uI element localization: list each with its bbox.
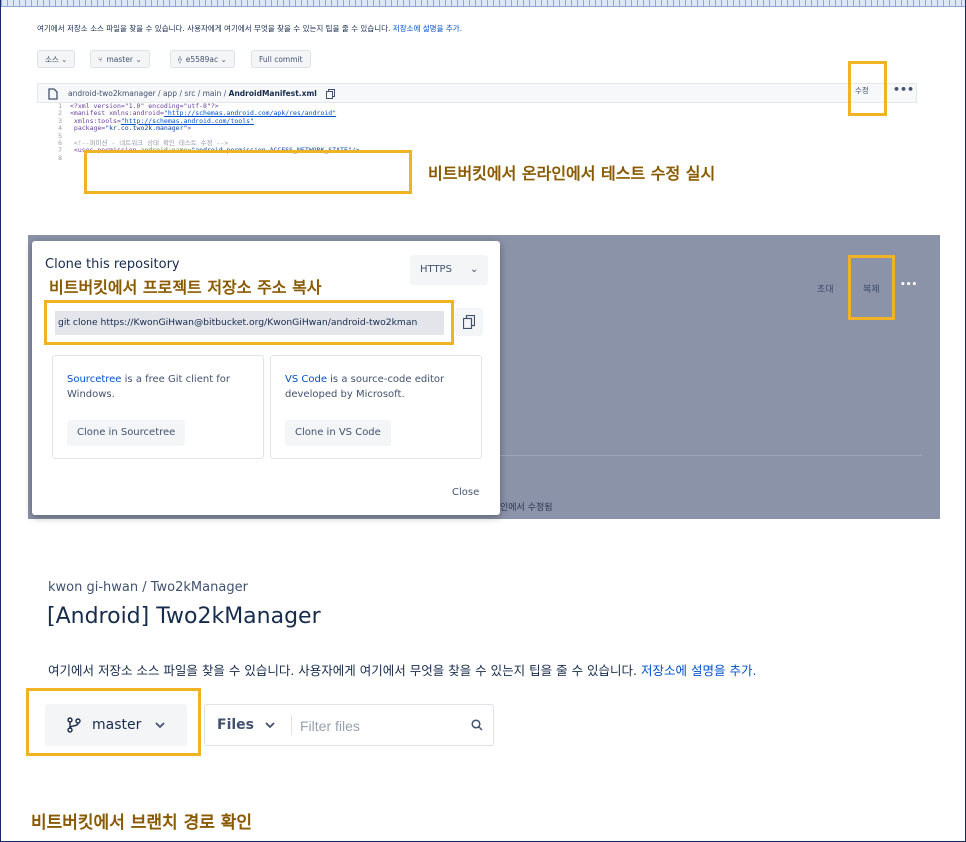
vscode-card: VS Code is a source-code editor develope… <box>270 355 482 459</box>
annotation-test-edit: 비트버킷에서 온라인에서 테스트 수정 실시 <box>428 164 716 183</box>
annotation-copy-url: 비트버킷에서 프로젝트 저장소 주소 복사 <box>49 278 322 297</box>
search-icon[interactable] <box>471 719 483 731</box>
protocol-select[interactable]: HTTPS ⌄ <box>410 255 488 285</box>
dialog-title: Clone this repository <box>45 257 180 272</box>
branch-dropdown-label: master ⌄ <box>106 55 142 64</box>
highlight-code-change <box>84 150 412 194</box>
branch-dropdown-small[interactable]: ⑂ master ⌄ <box>90 50 150 68</box>
add-description-link[interactable]: 저장소에 설명을 추가. <box>393 24 462 33</box>
source-dropdown-label: 소스 ⌄ <box>45 55 68 64</box>
highlight-branch <box>26 688 201 756</box>
highlight-clone-url <box>44 300 454 345</box>
copy-icon <box>463 315 475 329</box>
files-filter-bar: Files <box>204 704 494 746</box>
sourcetree-link[interactable]: Sourcetree <box>67 374 121 385</box>
more-actions-button[interactable]: ••• <box>893 83 914 96</box>
full-commit-button[interactable]: Full commit <box>251 50 311 68</box>
backdrop-more-button[interactable]: ••• <box>900 280 917 290</box>
sourcetree-card: Sourcetree is a free Git client for Wind… <box>52 355 264 459</box>
backdrop-divider <box>480 455 922 456</box>
commit-dropdown-label: e5589ac ⌄ <box>185 55 227 64</box>
copy-path-icon[interactable] <box>326 89 335 99</box>
branch-icon: ⑂ <box>98 55 103 64</box>
file-header: android-two2kmanager / app / src / main … <box>37 83 917 103</box>
vscode-description: VS Code is a source-code editor develope… <box>285 372 465 402</box>
invite-button[interactable]: 초대 <box>817 282 834 295</box>
clone-in-sourcetree-button[interactable]: Clone in Sourcetree <box>67 420 186 446</box>
code-line: 4 package="kr.co.two2k.manager"> <box>37 124 917 133</box>
chevron-down-icon[interactable] <box>265 722 275 729</box>
commit-dropdown[interactable]: ⟠ e5589ac ⌄ <box>170 50 235 68</box>
file-path: android-two2kmanager / app / src / main … <box>68 84 317 104</box>
repo-description: 여기에서 저장소 소스 파일을 찾을 수 있습니다. 사용자에게 여기에서 무엇… <box>48 660 756 679</box>
code-token: "kr.co.two2k.manager" <box>105 124 188 133</box>
sourcetree-description: Sourcetree is a free Git client for Wind… <box>67 372 247 402</box>
chevron-down-icon: ⌄ <box>470 264 479 275</box>
commit-icon: ⟠ <box>178 55 182 64</box>
line-number: 8 <box>58 153 62 162</box>
close-button[interactable]: Close <box>452 487 479 498</box>
filter-files-input[interactable] <box>298 711 462 741</box>
protocol-value: HTTPS <box>420 264 452 275</box>
source-description-text: 여기에서 저장소 소스 파일을 찾을 수 있습니다. 사용자에게 여기에서 무엇… <box>37 24 393 33</box>
full-commit-label: Full commit <box>259 55 303 64</box>
highlight-clone-button <box>848 255 895 320</box>
files-label: Files <box>217 717 254 733</box>
annotation-branch-check: 비트버킷에서 브랜치 경로 확인 <box>31 813 253 833</box>
clone-in-vscode-button[interactable]: Clone in VS Code <box>285 420 391 446</box>
page-title: [Android] Two2kManager <box>47 604 321 629</box>
file-icon <box>48 88 58 100</box>
top-ruler <box>1 0 965 7</box>
clone-dialog: Clone this repository HTTPS ⌄ 비트버킷에서 프로젝… <box>32 241 500 515</box>
breadcrumb[interactable]: kwon gi-hwan / Two2kManager <box>48 580 248 595</box>
filter-divider <box>291 715 292 735</box>
files-dropdown[interactable]: Files <box>217 705 254 745</box>
vscode-link[interactable]: VS Code <box>285 374 327 385</box>
backdrop-commit-text: 인에서 수정됨 <box>500 503 553 513</box>
file-path-dirs: android-two2kmanager / app / src / main … <box>68 89 229 98</box>
code-token: > <box>187 124 192 133</box>
repo-description-text: 여기에서 저장소 소스 파일을 찾을 수 있습니다. 사용자에게 여기에서 무엇… <box>48 663 641 678</box>
code-token: package= <box>70 124 106 133</box>
source-description: 여기에서 저장소 소스 파일을 찾을 수 있습니다. 사용자에게 여기에서 무엇… <box>37 23 462 34</box>
copy-button[interactable] <box>455 308 483 336</box>
highlight-edit <box>848 61 887 116</box>
repo-add-description-link[interactable]: 저장소에 설명을 추가. <box>641 663 756 678</box>
source-dropdown[interactable]: 소스 ⌄ <box>37 50 76 68</box>
file-name: AndroidManifest.xml <box>228 89 317 98</box>
